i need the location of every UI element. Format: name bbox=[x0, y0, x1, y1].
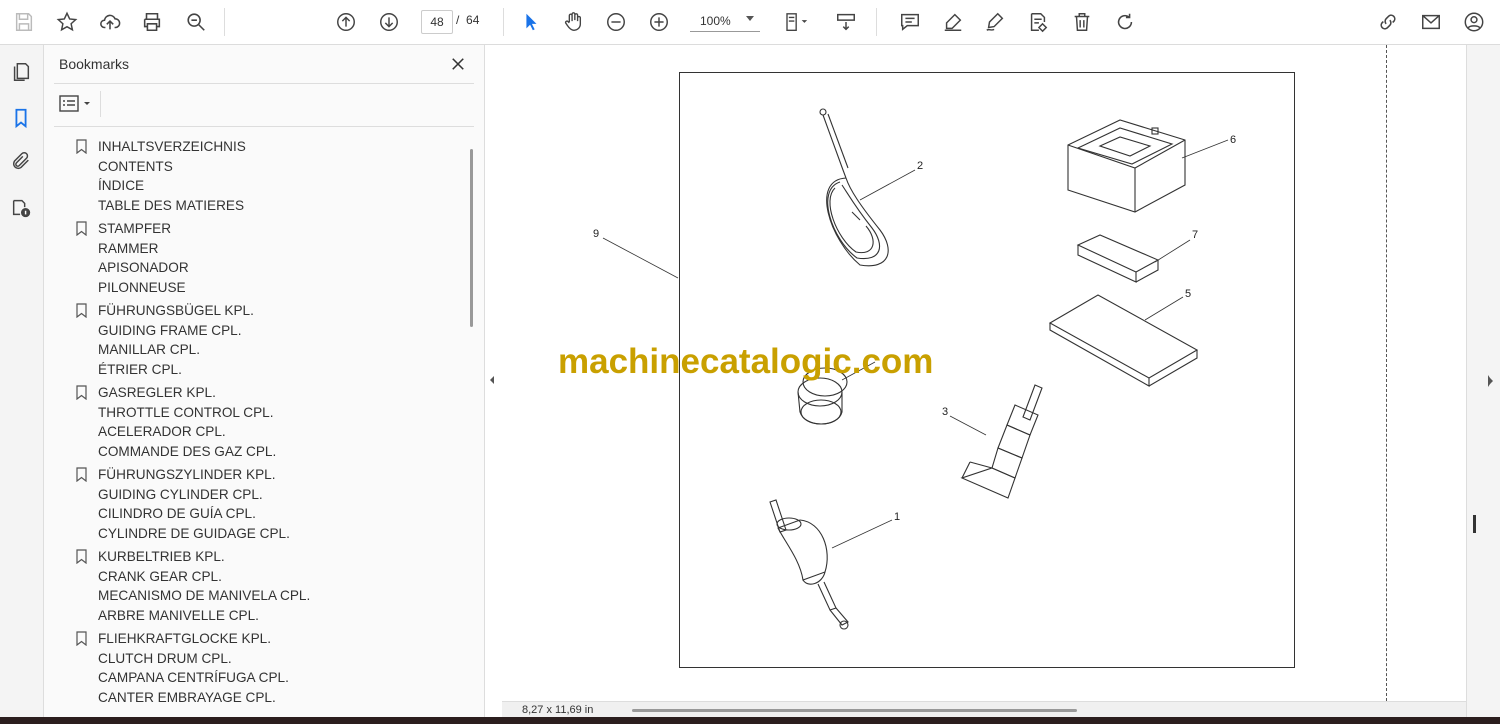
list-options-icon bbox=[59, 95, 90, 112]
part-fuel-valve-icon bbox=[769, 499, 849, 630]
select-arrow-icon[interactable] bbox=[517, 8, 545, 36]
panel-scrollbar[interactable] bbox=[470, 149, 473, 327]
collapse-panel-icon[interactable] bbox=[487, 372, 497, 388]
watermark-text: machinecatalogic.com bbox=[558, 342, 934, 381]
page-down-icon[interactable] bbox=[375, 8, 403, 36]
bookmarks-panel: Bookmarks INHALTSVERZEICHNIS CONTENTS ÍNDI… bbox=[44, 45, 485, 717]
print-icon[interactable] bbox=[138, 8, 166, 36]
save-icon[interactable] bbox=[10, 8, 38, 36]
account-icon[interactable] bbox=[1460, 8, 1488, 36]
zoom-in-icon[interactable] bbox=[645, 8, 673, 36]
bookmark-item[interactable]: INHALTSVERZEICHNIS CONTENTS ÍNDICE TABLE DE… bbox=[74, 137, 464, 215]
bookmark-ribbon-icon bbox=[76, 631, 87, 646]
part-cable-icon bbox=[819, 108, 889, 267]
mail-icon[interactable] bbox=[1417, 8, 1445, 36]
vertical-scroll-thumb[interactable] bbox=[1473, 515, 1476, 533]
zoom-search-icon[interactable] bbox=[182, 8, 210, 36]
bookmark-ribbon-icon bbox=[76, 221, 87, 236]
security-icon[interactable] bbox=[8, 195, 34, 221]
link-icon[interactable] bbox=[1374, 8, 1402, 36]
bookmark-icon[interactable] bbox=[8, 105, 34, 131]
zoom-level-select[interactable]: 100% bbox=[690, 10, 760, 32]
rotate-icon[interactable] bbox=[1111, 8, 1139, 36]
callout-3: 3 bbox=[942, 406, 948, 418]
callout-5: 5 bbox=[1185, 288, 1191, 300]
bookmark-list: INHALTSVERZEICHNIS CONTENTS ÍNDICE TABLE DE… bbox=[74, 137, 464, 711]
status-bar: 8,27 x 11,69 in bbox=[502, 701, 1466, 718]
page-up-icon[interactable] bbox=[332, 8, 360, 36]
bookmark-item[interactable]: FLIEHKRAFTGLOCKE KPL. CLUTCH DRUM CPL. CAM… bbox=[74, 629, 464, 707]
delete-icon[interactable] bbox=[1068, 8, 1096, 36]
bookmark-options-button[interactable] bbox=[58, 93, 98, 115]
page-number-input[interactable]: 48 bbox=[421, 10, 453, 34]
edit-text-icon[interactable] bbox=[1024, 8, 1052, 36]
page-size-label: 8,27 x 11,69 in bbox=[522, 704, 594, 716]
upload-icon[interactable] bbox=[96, 8, 124, 36]
sign-icon[interactable] bbox=[981, 8, 1009, 36]
bookmark-item[interactable]: GASREGLER KPL. THROTTLE CONTROL CPL. ACELE… bbox=[74, 383, 464, 461]
comment-icon[interactable] bbox=[896, 8, 924, 36]
callout-6: 6 bbox=[1230, 134, 1236, 146]
taskbar-edge bbox=[0, 717, 1500, 724]
highlight-icon[interactable] bbox=[939, 8, 967, 36]
bookmark-ribbon-icon bbox=[76, 303, 87, 318]
part-pad-icon bbox=[1076, 234, 1160, 283]
part-spark-plug-icon bbox=[960, 384, 1043, 499]
callout-2: 2 bbox=[917, 160, 923, 172]
fit-page-icon[interactable] bbox=[778, 8, 818, 36]
bookmark-ribbon-icon bbox=[76, 139, 87, 154]
expand-right-icon[interactable] bbox=[1486, 373, 1496, 394]
bookmark-item[interactable]: FÜHRUNGSZYLINDER KPL. GUIDING CYLINDER CP… bbox=[74, 465, 464, 543]
callout-7: 7 bbox=[1192, 229, 1198, 241]
bookmark-ribbon-icon bbox=[76, 385, 87, 400]
close-icon[interactable] bbox=[448, 54, 468, 74]
part-control-box-icon bbox=[1067, 119, 1186, 213]
callout-1: 1 bbox=[894, 511, 900, 523]
main-toolbar: 48 / 64 100% bbox=[0, 0, 1500, 45]
bookmark-item[interactable]: KURBELTRIEB KPL. CRANK GEAR CPL. MECANISMO… bbox=[74, 547, 464, 625]
bookmark-item[interactable]: FÜHRUNGSBÜGEL KPL. GUIDING FRAME CPL. MANI… bbox=[74, 301, 464, 379]
star-icon[interactable] bbox=[53, 8, 81, 36]
scroll-mode-icon[interactable] bbox=[832, 8, 860, 36]
bookmark-item[interactable]: STAMPFER RAMMER APISONADOR PILONNEUSE bbox=[74, 219, 464, 297]
bookmark-ribbon-icon bbox=[76, 549, 87, 564]
page-boundary-line bbox=[1386, 45, 1387, 701]
bookmark-ribbon-icon bbox=[76, 467, 87, 482]
panel-title: Bookmarks bbox=[59, 56, 130, 72]
horizontal-scrollbar[interactable] bbox=[632, 709, 1077, 712]
zoom-out-icon[interactable] bbox=[602, 8, 630, 36]
left-rail bbox=[0, 45, 44, 717]
page-total: / 64 bbox=[456, 13, 480, 27]
pages-icon[interactable] bbox=[8, 59, 34, 85]
hand-icon[interactable] bbox=[559, 8, 587, 36]
attachment-icon[interactable] bbox=[8, 148, 34, 174]
part-plate-icon bbox=[1048, 294, 1199, 387]
callout-9: 9 bbox=[593, 228, 599, 240]
